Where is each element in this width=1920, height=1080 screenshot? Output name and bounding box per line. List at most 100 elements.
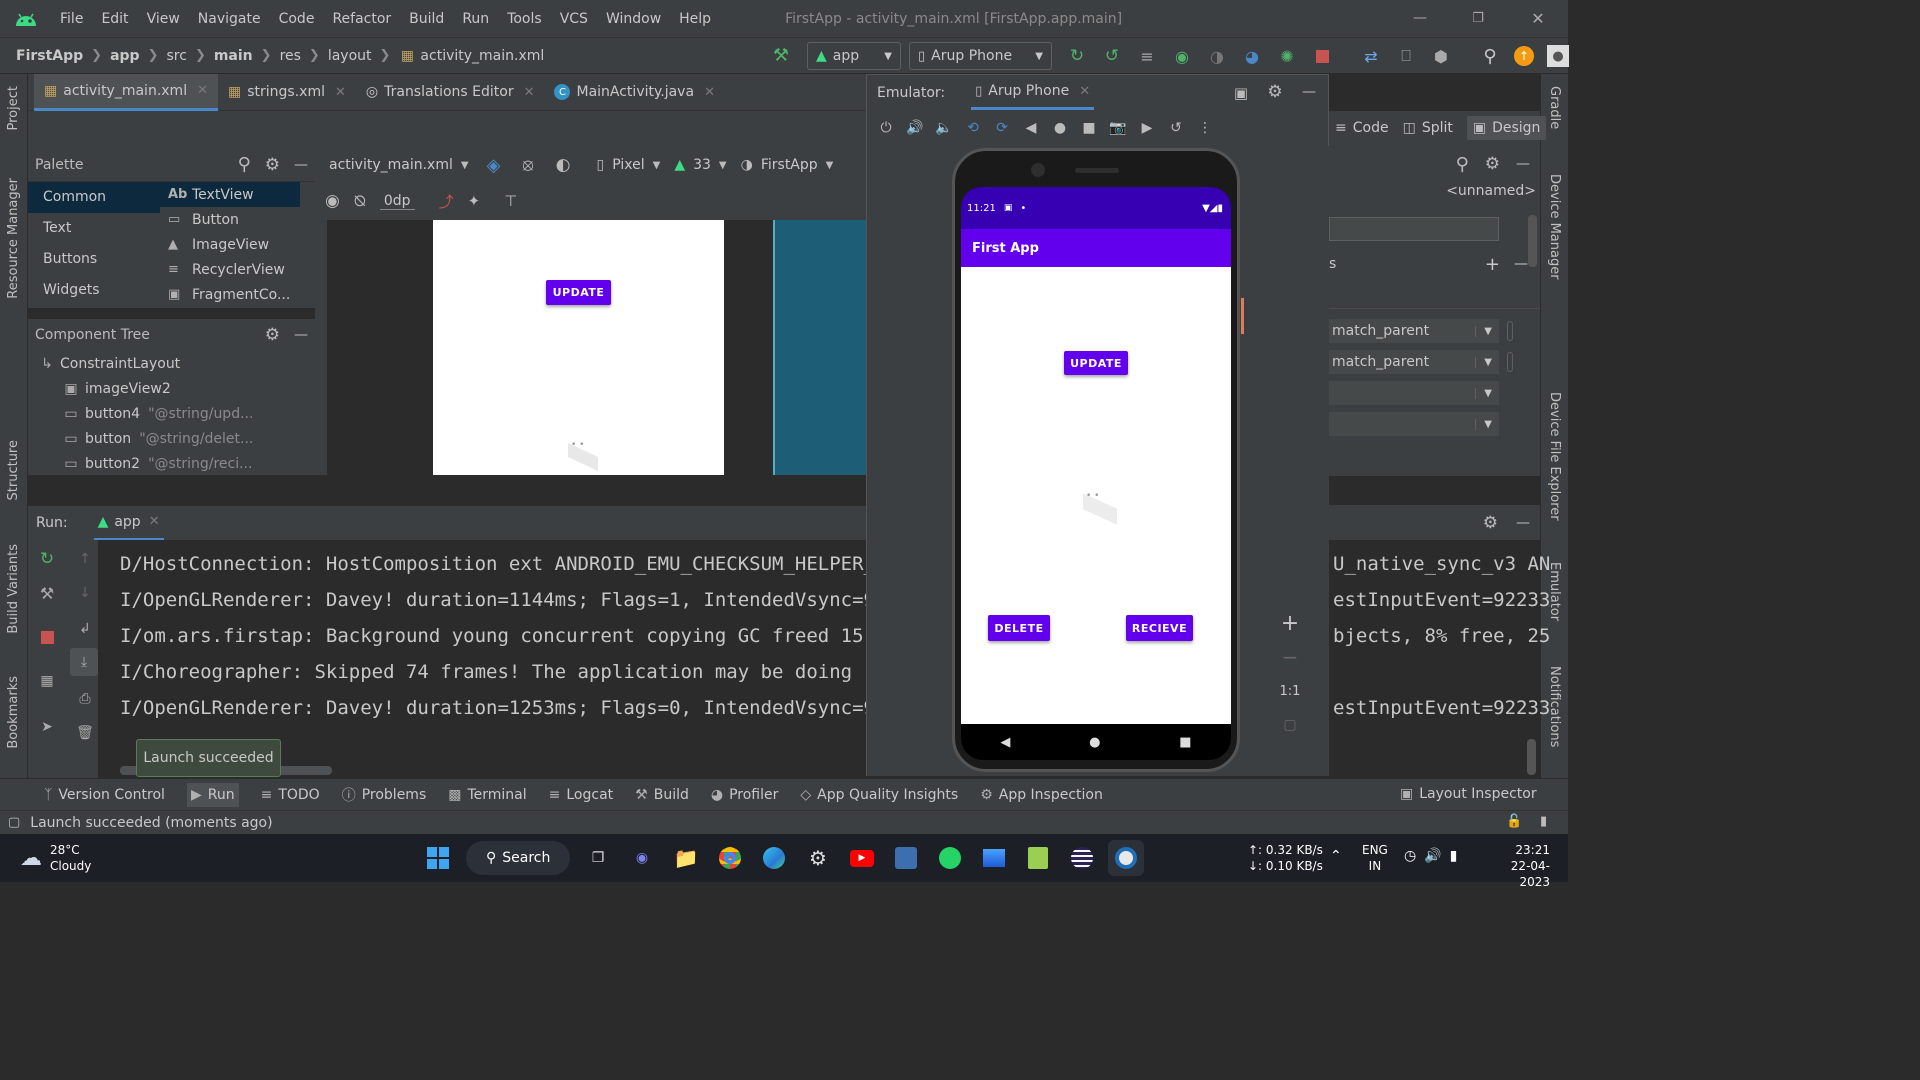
gear-icon[interactable]: ⚙ [1483,513,1498,533]
sdk-manager-icon[interactable]: ⬢ [1430,47,1452,66]
windows-start-icon[interactable] [420,840,456,876]
print-icon[interactable]: ⎙ [74,688,96,710]
zoom-one-to-one-button[interactable]: 1:1 [1273,674,1307,708]
volume-down-icon[interactable]: 🔈 [935,120,953,136]
tree-row-imageview2[interactable]: ▣ imageView2 [28,376,406,401]
tab-profiler[interactable]: ◕ Profiler [711,787,779,803]
trash-icon[interactable]: 🗑 [74,722,96,744]
breadcrumb-res[interactable]: res [280,48,301,64]
file-explorer-icon[interactable]: 📁 [668,840,704,876]
layers-icon[interactable]: ◈ [487,155,501,176]
clock[interactable]: 23:21 22-04-2023 [1484,842,1550,890]
menu-navigate[interactable]: Navigate [198,11,261,27]
clear-constraints-icon[interactable]: ⤴ [439,191,454,212]
nav-back-icon[interactable]: ◀ [1000,735,1010,750]
youtube-icon[interactable]: ▶ [844,840,880,876]
palette-category-text[interactable]: Text [28,213,160,244]
close-tab-icon[interactable]: ✕ [1079,84,1090,99]
sync-gradle-icon[interactable]: ⇄ [1360,47,1382,66]
tab-terminal[interactable]: ▩ Terminal [448,787,526,803]
tab-todo[interactable]: ≡ TODO [261,787,320,803]
minimize-panel-icon[interactable]: — [1516,515,1530,531]
scroll-to-end-icon[interactable]: ⤓ [70,648,98,676]
close-tab-icon[interactable]: ✕ [704,85,715,100]
nav-recents-icon[interactable]: ■ [1179,735,1191,750]
tab-run[interactable]: ▶ Run [186,782,239,807]
rerun-icon[interactable]: ↻ [36,548,58,570]
view-mode-code[interactable]: ≡ Code [1335,120,1389,136]
menu-help[interactable]: Help [679,11,711,27]
gear-icon[interactable]: ⚙ [265,155,280,175]
profiler-icon[interactable]: ◕ [1241,47,1263,66]
pin-icon[interactable]: ➤ [36,716,58,738]
lock-icon[interactable]: 🔓 [1506,814,1522,829]
tab-layout-inspector[interactable]: ▣ Layout Inspector [1400,786,1537,802]
tool-project[interactable]: Project [6,86,21,130]
preview-update-button[interactable]: UPDATE [546,280,611,305]
tool-bookmarks[interactable]: Bookmarks [6,676,21,749]
eye-icon[interactable]: ◉ [325,191,340,211]
menu-view[interactable]: View [147,11,180,27]
palette-item-recyclerview[interactable]: ≡ RecyclerView [160,257,300,282]
menu-file[interactable]: File [60,11,83,27]
window-layout-icon[interactable]: ▣ [1231,83,1251,103]
tree-row-button[interactable]: ▭ button "@string/delet... [28,426,489,451]
tool-gradle[interactable]: Gradle [1547,86,1562,129]
tab-main-activity[interactable]: C MainActivity.java ✕ [544,74,724,111]
gear-icon[interactable]: ⚙ [265,325,280,345]
tree-row-button4[interactable]: ▭ button4 "@string/upd... [28,401,489,426]
debug-bug-icon[interactable]: ◉ [1171,47,1193,66]
home-icon[interactable]: ● [1051,120,1069,136]
attribute-select[interactable]: ▼ [1329,412,1499,436]
tab-translations-editor[interactable]: ◎ Translations Editor ✕ [356,74,545,111]
task-view-icon[interactable]: ❐ [580,840,616,876]
menu-vcs[interactable]: VCS [560,11,588,27]
tab-strings[interactable]: ▦ strings.xml ✕ [218,74,356,111]
layout-height-field[interactable]: match_parent ▼ [1329,350,1499,374]
canvas-scrollbar[interactable] [315,220,327,475]
system-tray[interactable]: ◷ 🔊 ▮ [1404,848,1457,864]
guidelines-icon[interactable]: ⊤ [504,192,517,210]
menu-window[interactable]: Window [606,11,661,27]
breadcrumb-file[interactable]: activity_main.xml [420,48,544,64]
menu-edit[interactable]: Edit [101,11,128,27]
minimize-panel-icon[interactable]: — [1299,82,1319,102]
stop-icon[interactable] [36,626,58,648]
device-manager-icon[interactable]: ⎕ [1395,46,1417,66]
breadcrumb-layout[interactable]: layout [328,48,372,64]
theme-select[interactable]: FirstApp [761,157,818,173]
nav-home-icon[interactable]: ● [1089,735,1100,750]
close-icon[interactable]: ✕ [1526,8,1550,28]
close-tab-icon[interactable]: ✕ [335,85,346,100]
infer-constraints-icon[interactable]: ✦ [468,192,481,210]
minimize-panel-icon[interactable]: — [1516,156,1530,172]
delete-button[interactable]: DELETE [988,615,1050,641]
id-field[interactable] [1329,217,1499,241]
android-studio-taskbar-icon[interactable] [1108,840,1144,876]
phone-screen[interactable]: 11:21 ▣ • ▼◢▮ First App UPDATE • • DELET… [961,187,1231,760]
minimize-panel-icon[interactable]: — [294,157,308,173]
zoom-in-button[interactable]: + [1273,606,1307,640]
tool-device-manager[interactable]: Device Manager [1547,174,1562,280]
make-project-hammer-icon[interactable]: ⚒ [770,44,792,66]
remove-attribute-icon[interactable]: — [1514,256,1528,272]
palette-item-button[interactable]: ▭ Button [160,207,300,232]
notepad-icon[interactable] [1020,840,1056,876]
stop-icon[interactable] [1311,49,1333,63]
console-vscrollbar[interactable] [1527,739,1536,775]
attach-debugger-icon[interactable]: ✺ [1276,47,1298,66]
menu-refactor[interactable]: Refactor [332,11,391,27]
photos-icon[interactable] [976,840,1012,876]
tool-structure[interactable]: Structure [6,440,21,500]
night-mode-icon[interactable]: ◐ [556,155,571,175]
eclipse-icon[interactable] [1064,840,1100,876]
account-icon[interactable]: ● [1547,45,1569,67]
device-select[interactable]: ▯ Arup Phone ▼ [909,42,1052,70]
chat-icon[interactable]: ◉ [624,840,660,876]
menu-code[interactable]: Code [279,11,315,27]
rotate-right-icon[interactable]: ⟳ [993,120,1011,136]
resource-picker[interactable] [1507,352,1513,372]
device-select[interactable]: Pixel [612,157,644,173]
chevron-up-icon[interactable]: ⌃ [1330,848,1342,864]
layout-file-select[interactable]: activity_main.xml [329,157,453,173]
